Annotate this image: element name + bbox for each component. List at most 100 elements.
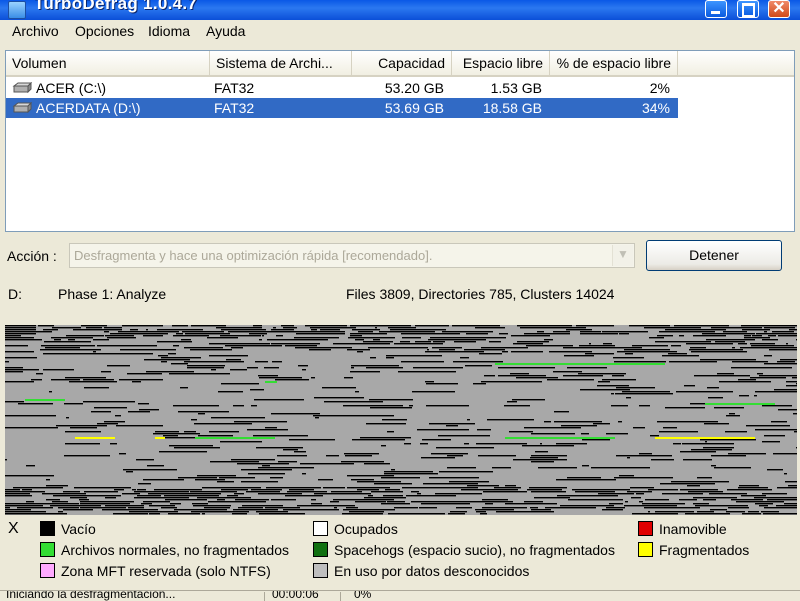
map-segment — [128, 411, 150, 413]
map-segment — [466, 501, 513, 503]
map-segment — [659, 431, 698, 433]
map-segment — [231, 459, 275, 461]
column-porcentaje-libre[interactable]: % de espacio libre — [550, 51, 678, 75]
map-segment — [143, 335, 163, 337]
map-segment — [149, 513, 160, 515]
map-segment — [505, 485, 516, 487]
map-segment — [333, 343, 390, 345]
map-segment — [226, 359, 241, 361]
table-row[interactable]: ACERDATA (D:\) FAT32 53.69 GB 18.58 GB 3… — [6, 98, 678, 118]
map-segment — [298, 365, 308, 367]
map-segment — [370, 407, 412, 409]
menu-opciones[interactable]: Opciones — [75, 23, 134, 39]
legend-normal-files: Archivos normales, no fragmentados — [40, 542, 289, 560]
map-segment — [276, 335, 283, 337]
map-segment — [606, 507, 625, 509]
maximize-button[interactable] — [737, 0, 759, 18]
legend-close-icon[interactable]: X — [8, 520, 19, 538]
map-segment — [170, 503, 181, 505]
map-segment — [452, 325, 500, 327]
cell-free: 18.58 GB — [482, 100, 542, 116]
map-segment — [70, 497, 87, 499]
map-segment — [294, 451, 306, 453]
map-segment — [129, 511, 178, 513]
map-segment — [249, 333, 267, 335]
map-segment — [398, 371, 456, 373]
map-segment — [662, 355, 699, 357]
map-segment — [158, 355, 168, 357]
map-segment — [750, 377, 786, 379]
close-icon: ✕ — [772, 0, 786, 17]
map-segment — [477, 429, 489, 431]
column-capacidad[interactable]: Capacidad — [352, 51, 452, 75]
map-segment — [302, 369, 306, 371]
map-segment — [104, 421, 125, 423]
map-segment — [184, 361, 244, 363]
map-segment — [738, 343, 747, 345]
title-bar[interactable]: TurboDefrag 1.0.4.7 ✕ — [0, 0, 800, 21]
map-segment — [49, 391, 52, 393]
dropdown-arrow-button[interactable]: ▼ — [612, 245, 633, 266]
map-segment — [350, 333, 387, 335]
stop-button[interactable]: Detener — [646, 240, 782, 271]
map-segment — [777, 487, 797, 489]
map-segment — [792, 377, 797, 379]
status-phase: Phase 1: Analyze — [58, 286, 167, 302]
map-segment — [386, 357, 394, 359]
menu-idioma[interactable]: Idioma — [148, 23, 190, 39]
column-espacio-libre[interactable]: Espacio libre — [452, 51, 550, 75]
map-segment — [513, 343, 543, 345]
map-segment — [351, 367, 354, 369]
map-segment — [755, 391, 797, 393]
map-segment — [22, 489, 32, 491]
legend-label: Ocupados — [334, 521, 398, 537]
column-sistema-archivos[interactable]: Sistema de Archi... — [210, 51, 352, 75]
column-volumen[interactable]: Volumen — [6, 51, 210, 75]
volume-list[interactable]: Volumen Sistema de Archi... Capacidad Es… — [5, 50, 795, 232]
map-segment — [406, 495, 456, 497]
map-segment — [322, 387, 356, 389]
map-segment — [763, 513, 797, 515]
map-segment — [178, 411, 229, 413]
map-segment — [137, 489, 146, 491]
map-segment — [467, 485, 499, 487]
map-segment — [5, 507, 10, 509]
map-segment — [715, 341, 745, 343]
map-segment — [271, 343, 320, 345]
menu-ayuda[interactable]: Ayuda — [206, 23, 245, 39]
map-segment — [46, 485, 68, 487]
map-segment — [602, 331, 648, 333]
map-segment — [400, 341, 410, 343]
map-segment — [579, 345, 615, 347]
map-segment — [256, 447, 303, 449]
map-segment — [626, 397, 631, 399]
map-segment — [693, 503, 709, 505]
action-dropdown[interactable]: Desfragmenta y hace una optimización ráp… — [69, 243, 635, 268]
map-segment — [116, 425, 163, 427]
minimize-button[interactable] — [705, 0, 727, 18]
menu-archivo[interactable]: Archivo — [12, 23, 59, 39]
table-row[interactable]: ACER (C:\) FAT32 53.20 GB 1.53 GB 2% — [6, 78, 678, 98]
map-segment — [502, 351, 508, 353]
map-segment — [233, 509, 278, 511]
map-segment — [417, 493, 421, 495]
map-segment — [50, 505, 101, 507]
map-segment — [499, 333, 508, 335]
map-segment — [220, 335, 261, 337]
map-segment — [442, 331, 493, 333]
close-button[interactable]: ✕ — [768, 0, 790, 18]
map-segment — [750, 343, 775, 345]
map-segment — [510, 373, 529, 375]
map-segment — [719, 381, 771, 383]
map-segment — [123, 469, 177, 471]
map-segment — [64, 455, 110, 457]
legend-mft-zone: Zona MFT reservada (solo NTFS) — [40, 563, 271, 581]
status-drive: D: — [8, 286, 22, 302]
map-segment — [705, 403, 775, 405]
map-segment — [83, 329, 122, 331]
map-segment — [381, 445, 386, 447]
map-segment — [439, 471, 493, 473]
map-segment — [84, 491, 118, 493]
map-segment — [161, 507, 177, 509]
map-segment — [597, 385, 629, 387]
